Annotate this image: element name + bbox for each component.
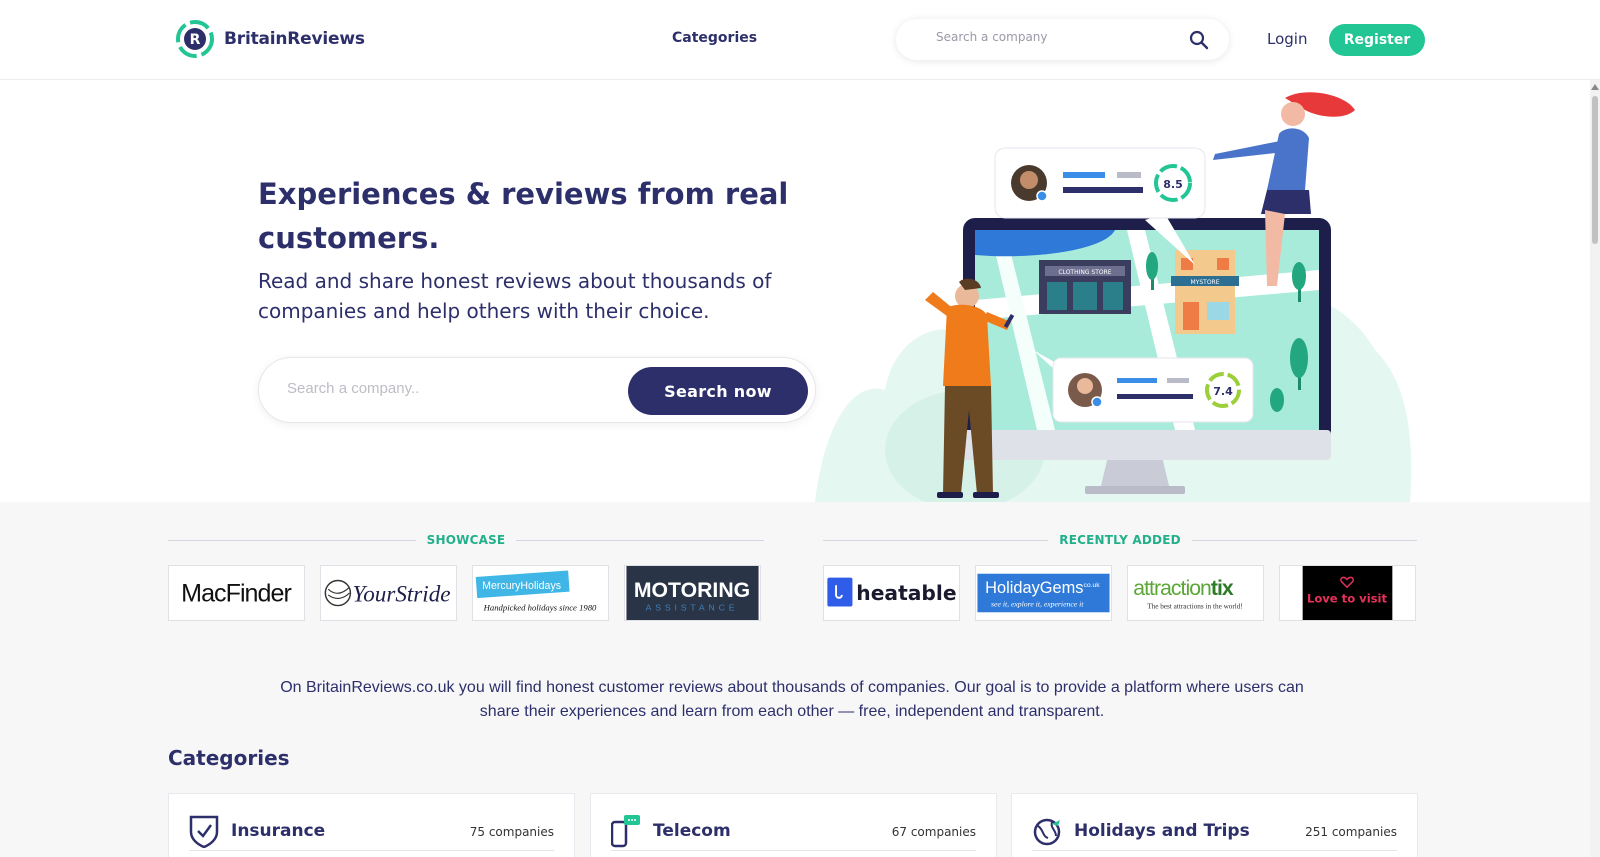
recently-added-logos: heatable HolidayGems .co.uk see it, expl…: [823, 565, 1416, 621]
scroll-up-arrow-icon[interactable]: [1591, 84, 1599, 90]
showcase-logo-motoring-assistance[interactable]: MOTORING ASSISTANCE: [624, 565, 761, 621]
mystore-sign: MYSTORE: [1191, 279, 1220, 286]
recently-added-line-right: [1191, 539, 1418, 541]
scroll-thumb[interactable]: [1592, 96, 1598, 244]
globe-plane-icon: [1033, 818, 1061, 846]
svg-text:.co.uk: .co.uk: [1082, 582, 1101, 589]
recent-logo-holidaygems[interactable]: HolidayGems .co.uk see it, explore it, e…: [975, 565, 1112, 621]
category-divider: [611, 850, 976, 851]
register-button[interactable]: Register: [1329, 24, 1425, 56]
recently-added-line-left: [823, 539, 1049, 541]
recent-logo-heatable[interactable]: heatable: [823, 565, 960, 621]
svg-text:R: R: [190, 32, 201, 48]
svg-text:Handpicked holidays since 1980: Handpicked holidays since 1980: [483, 602, 597, 612]
hero-section: Experiences & reviews from real customer…: [0, 80, 1590, 502]
header-search: [896, 19, 1229, 60]
showcase-heading: SHOWCASE: [168, 532, 765, 548]
category-count: 251 companies: [1305, 825, 1397, 839]
hero-subtitle: Read and share honest reviews about thou…: [258, 269, 772, 323]
category-card-insurance[interactable]: Insurance 75 companies: [168, 793, 575, 857]
svg-text:MercuryHolidays: MercuryHolidays: [482, 580, 561, 592]
recent-logo-lovetovisit[interactable]: Love to visit: [1279, 565, 1416, 621]
page-scrollbar[interactable]: [1590, 80, 1600, 857]
brand-logo-icon: R: [176, 20, 214, 58]
category-name: Telecom: [653, 821, 731, 841]
showcase-logo-yourstride[interactable]: YourStride: [320, 565, 457, 621]
category-name: Holidays and Trips: [1074, 821, 1250, 841]
recently-added-heading: RECENTLY ADDED: [823, 532, 1418, 548]
svg-text:see it, explore it, experience: see it, explore it, experience it: [991, 600, 1084, 609]
category-divider: [1032, 850, 1397, 851]
recent-logo-attractiontix[interactable]: attractiontix The best attractions in th…: [1127, 565, 1264, 621]
phone-chat-icon: [611, 815, 640, 848]
score-bottom: 7.4: [1213, 385, 1233, 398]
categories-title: Categories: [168, 746, 290, 770]
brand-logo[interactable]: R BritainReviews: [175, 19, 365, 59]
category-divider: [189, 850, 554, 851]
hero-title: Experiences & reviews from real customer…: [258, 177, 789, 255]
intro-text: On BritainReviews.co.uk you will find ho…: [280, 679, 1304, 720]
category-card-telecom[interactable]: Telecom 67 companies: [590, 793, 997, 857]
nav-categories-link[interactable]: Categories: [672, 30, 757, 46]
svg-text:heatable: heatable: [856, 581, 956, 605]
hero-illustration: CLOTHING STORE MYSTORE 7.4 8.5: [815, 92, 1412, 502]
login-link[interactable]: Login: [1267, 30, 1307, 48]
search-now-button[interactable]: Search now: [628, 367, 808, 415]
svg-text:ASSISTANCE: ASSISTANCE: [646, 602, 739, 612]
category-name: Insurance: [231, 821, 326, 841]
svg-text:MOTORING: MOTORING: [634, 579, 750, 602]
category-count: 67 companies: [891, 825, 976, 839]
svg-text:YourStride: YourStride: [352, 582, 450, 608]
score-top: 8.5: [1163, 178, 1183, 191]
clothing-store-sign: CLOTHING STORE: [1058, 269, 1111, 276]
svg-text:HolidayGems: HolidayGems: [985, 579, 1083, 597]
brand-name: BritainReviews: [224, 29, 365, 49]
showcase-label: SHOWCASE: [426, 533, 506, 547]
site-header: R BritainReviews Categories Login Regist…: [0, 0, 1600, 80]
svg-text:attractiontix: attractiontix: [1133, 577, 1234, 600]
search-icon[interactable]: [1189, 30, 1209, 50]
svg-text:MacFinder: MacFinder: [181, 580, 291, 608]
header-search-input[interactable]: [936, 30, 1176, 44]
svg-text:The best attractions in the wo: The best attractions in the world!: [1147, 602, 1243, 610]
category-count: 75 companies: [469, 825, 554, 839]
recently-added-label: RECENTLY ADDED: [1059, 533, 1181, 547]
hero-search-input[interactable]: [287, 380, 607, 397]
showcase-logo-mercuryholidays[interactable]: MercuryHolidays Handpicked holidays sinc…: [472, 565, 609, 621]
showcase-line-left: [168, 539, 416, 541]
showcase-logos: MacFinder YourStride MercuryHolidays Han…: [168, 565, 761, 621]
showcase-logo-macfinder[interactable]: MacFinder: [168, 565, 305, 621]
hero-search: Search now: [258, 357, 816, 423]
showcase-line-right: [516, 539, 765, 541]
shield-check-icon: [189, 815, 219, 848]
svg-text:Love to visit: Love to visit: [1307, 592, 1388, 606]
category-card-holidays-and-trips[interactable]: Holidays and Trips 251 companies: [1011, 793, 1418, 857]
